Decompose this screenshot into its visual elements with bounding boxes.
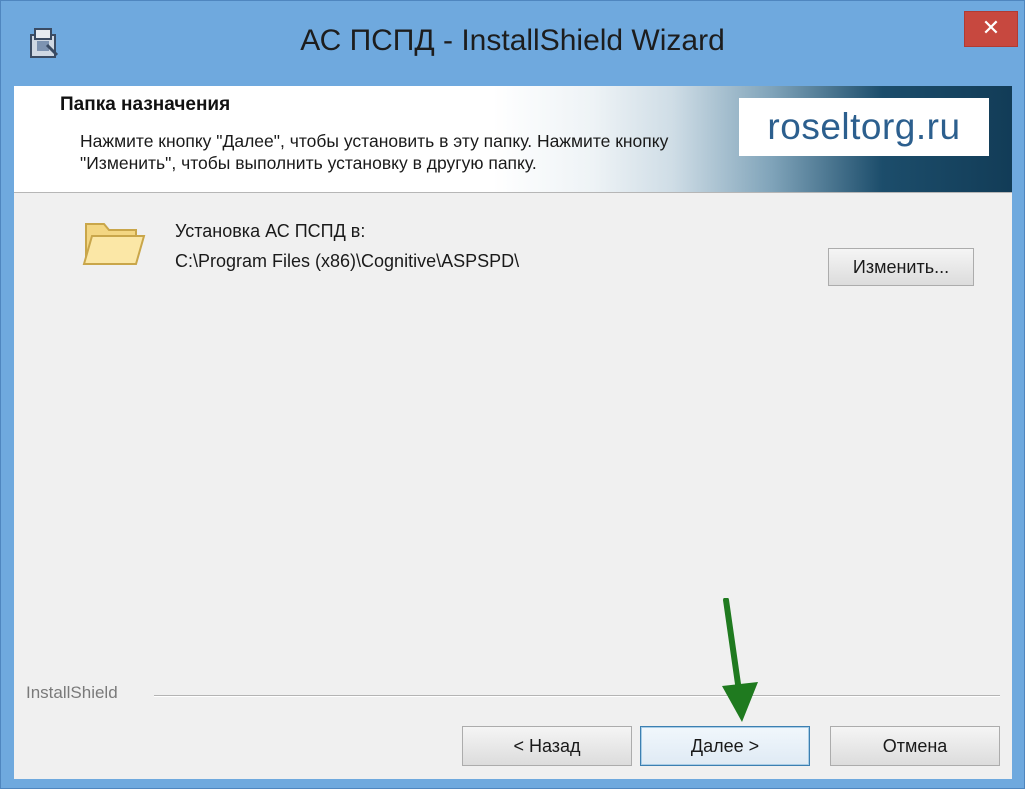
close-button[interactable]: ✕ <box>964 11 1018 47</box>
install-path: C:\Program Files (x86)\Cognitive\ASPSPD\ <box>175 251 520 271</box>
next-button[interactable]: Далее > <box>640 726 810 766</box>
install-location-label: Установка АС ПСПД в: <box>175 221 366 241</box>
footer-divider <box>154 695 1000 697</box>
wizard-client-area: Папка назначения Нажмите кнопку "Далее",… <box>14 86 1012 779</box>
close-icon: ✕ <box>981 16 1001 41</box>
header-banner: Папка назначения Нажмите кнопку "Далее",… <box>14 86 1012 193</box>
installshield-brand: InstallShield <box>26 683 118 702</box>
folder-icon <box>82 223 146 265</box>
green-arrow-icon <box>722 598 758 722</box>
back-button[interactable]: < Назад <box>462 726 632 766</box>
page-title: Папка назначения <box>60 94 231 115</box>
title-bar[interactable]: АС ПСПД - InstallShield Wizard ✕ <box>1 1 1024 86</box>
installer-window: АС ПСПД - InstallShield Wizard ✕ Папка н… <box>0 0 1025 789</box>
window-title: АС ПСПД - InstallShield Wizard <box>300 24 725 57</box>
cancel-button[interactable]: Отмена <box>830 726 1000 766</box>
watermark-logo: roseltorg.ru <box>739 98 989 156</box>
change-button[interactable]: Изменить... <box>828 248 974 286</box>
